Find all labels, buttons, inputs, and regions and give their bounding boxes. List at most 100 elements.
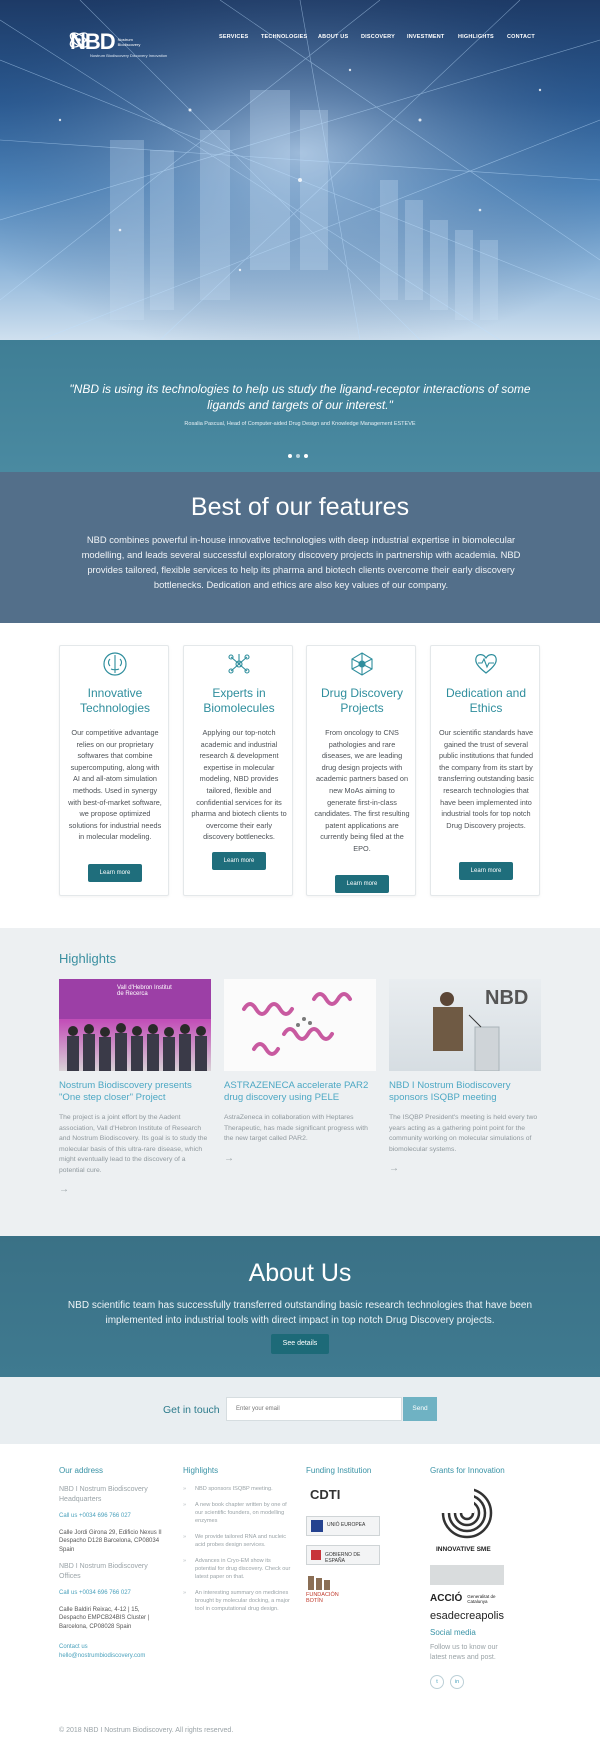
- footer-grants-column: Grants for Innovation INNOVATIVE SME ACC…: [430, 1466, 540, 1689]
- feature-text: Our competitive advantage relies on our …: [68, 728, 162, 842]
- read-more-arrow-icon[interactable]: →: [59, 1184, 211, 1195]
- contact-label: Contact us: [59, 1644, 88, 1650]
- footer: Our address NBD I Nostrum Biodiscovery H…: [0, 1444, 600, 1761]
- testimonial-section: "NBD is using its technologies to help u…: [0, 340, 600, 472]
- photo-caption: Vall d'Hebron Institut de Recerca: [117, 985, 172, 997]
- nav-discovery[interactable]: DISCOVERY: [361, 34, 395, 40]
- office-address: Calle Baldiri Reixac, 4-12 | 15, Despach…: [59, 1606, 150, 1630]
- highlights-title: Highlights: [59, 951, 117, 966]
- grant-banner-logo[interactable]: [430, 1565, 504, 1585]
- eu-fund-logo[interactable]: UNIÓ EUROPEA: [306, 1516, 380, 1536]
- see-details-button[interactable]: See details: [271, 1334, 329, 1354]
- main-nav: SERVICES TECHNOLOGIES ABOUT US DISCOVERY…: [0, 34, 600, 44]
- brain-icon: [103, 652, 127, 676]
- nav-highlights[interactable]: HIGHLIGHTS: [458, 34, 494, 40]
- feature-text: Applying our top-notch academic and indu…: [191, 728, 287, 842]
- highlight-text: The ISQBP President's meeting is held ev…: [389, 1114, 538, 1153]
- features-title: Best of our features: [190, 493, 410, 521]
- footer-highlight-link[interactable]: Advances in Cryo-EM show its potential f…: [183, 1557, 293, 1581]
- highlight-article[interactable]: NBD NBD I Nostrum Biodiscovery sponsors …: [389, 979, 541, 1174]
- logo-tagline: Nostrum Biodiscovery Discovery Innovatio…: [90, 53, 168, 58]
- highlight-photo-protein[interactable]: [224, 979, 376, 1071]
- get-in-touch-label: Get in touch: [163, 1404, 220, 1416]
- photo-caption: NBD: [485, 987, 529, 1009]
- footer-highlights-column: Highlights NBD sponsors ISQBP meeting. A…: [183, 1466, 293, 1621]
- highlight-article[interactable]: Vall d'Hebron Institut de Recerca Nostru…: [59, 979, 211, 1195]
- footer-highlight-link[interactable]: A new book chapter written by one of our…: [183, 1501, 293, 1525]
- about-title: About Us: [248, 1259, 352, 1287]
- footer-address-title: Our address: [59, 1466, 104, 1475]
- nav-investment[interactable]: INVESTMENT: [407, 34, 444, 40]
- carousel-dot-1[interactable]: [288, 454, 292, 458]
- carousel-dot-3[interactable]: [304, 454, 308, 458]
- carousel-dot-2[interactable]: [296, 454, 300, 458]
- features-intro: Best of our features NBD combines powerf…: [0, 472, 600, 623]
- send-button[interactable]: Send: [403, 1397, 437, 1421]
- innovative-sme-logo[interactable]: INNOVATIVE SME: [430, 1485, 504, 1559]
- hero-banner: NBD Nostrum Biodiscovery Nostrum Biodisc…: [0, 0, 600, 340]
- spain-government-logo[interactable]: GOBIERNO DE ESPAÑA: [306, 1545, 380, 1565]
- fundacion-botin-logo[interactable]: FUNDACIÓN BOTÍN: [306, 1574, 346, 1608]
- feature-text: From oncology to CNS pathologies and rar…: [314, 728, 410, 853]
- feature-text: Our scientific standards have gained the…: [438, 728, 534, 830]
- read-more-arrow-icon[interactable]: →: [224, 1153, 376, 1164]
- sme-seal-icon: [440, 1485, 493, 1539]
- highlight-title[interactable]: NBD I Nostrum Biodiscovery sponsors ISQB…: [389, 1080, 541, 1104]
- heart-pulse-icon: [475, 654, 497, 674]
- newsletter-section: Get in touch Enter your email Send: [0, 1377, 600, 1444]
- protein-structure-image: [242, 992, 352, 1056]
- footer-funding-column: Funding Institution CDTI UNIÓ EUROPEA GO…: [306, 1466, 406, 1608]
- features-intro-text: NBD combines powerful in-house innovativ…: [81, 534, 521, 590]
- linkedin-icon[interactable]: in: [450, 1675, 464, 1689]
- read-more-arrow-icon[interactable]: →: [389, 1163, 541, 1174]
- hq-phone-link[interactable]: Call us +0034 696 766 027: [59, 1512, 164, 1521]
- feature-title: Drug Discovery Projects: [320, 686, 404, 715]
- footer-address-column: Our address NBD I Nostrum Biodiscovery H…: [59, 1466, 164, 1660]
- twitter-icon[interactable]: t: [430, 1675, 444, 1689]
- social-links: t in: [430, 1670, 540, 1689]
- feature-title: Experts in Biomolecules: [203, 686, 275, 715]
- feature-title: Dedication and Ethics: [445, 686, 527, 715]
- learn-more-button[interactable]: Learn more: [459, 862, 513, 880]
- botin-emblem-icon: [308, 1576, 330, 1590]
- highlights-section: Highlights Vall d'Hebron Institut de Rec…: [0, 928, 600, 1236]
- highlight-photo-group[interactable]: Vall d'Hebron Institut de Recerca: [59, 979, 211, 1071]
- molecule-icon: [228, 654, 250, 674]
- feature-card-innovative: Innovative Technologies Our competitive …: [59, 645, 169, 896]
- footer-highlight-link[interactable]: NBD sponsors ISQBP meeting.: [183, 1485, 293, 1493]
- carousel-dots: [288, 454, 308, 458]
- highlight-title[interactable]: ASTRAZENECA accelerate PAR2 drug discove…: [224, 1080, 376, 1104]
- footer-highlight-link[interactable]: We provide tailored RNA and nucleic acid…: [183, 1533, 293, 1549]
- nav-services[interactable]: SERVICES: [219, 34, 248, 40]
- testimonial-author: Rosalia Pascual, Head of Computer-aided …: [184, 421, 416, 427]
- social-media-text: Follow us to know our latest news and po…: [430, 1644, 498, 1661]
- nav-about-us[interactable]: ABOUT US: [318, 34, 348, 40]
- highlight-text: The project is a joint effort by the Aad…: [59, 1114, 208, 1174]
- footer-funding-title: Funding Institution: [306, 1466, 372, 1475]
- office-name: NBD I Nostrum Biodiscovery Offices: [59, 1563, 148, 1580]
- accio-logo[interactable]: ACCIÓ Generalitat de Catalunya: [430, 1593, 540, 1604]
- email-link[interactable]: hello@nostrumbiodiscovery.com: [59, 1652, 164, 1661]
- hq-address: Calle Jordi Girona 29, Edificio Nexus II…: [59, 1529, 162, 1553]
- highlight-photo-speaker[interactable]: NBD: [389, 979, 541, 1071]
- highlight-title[interactable]: Nostrum Biodiscovery presents "One step …: [59, 1080, 211, 1104]
- nav-contact[interactable]: CONTACT: [507, 34, 535, 40]
- email-input[interactable]: Enter your email: [226, 1397, 402, 1421]
- highlight-text: AstraZeneca in collaboration with Heptar…: [224, 1114, 368, 1142]
- office-phone-link[interactable]: Call us +0034 696 766 027: [59, 1589, 164, 1598]
- esade-creapolis-logo[interactable]: esadecreapolis: [430, 1610, 540, 1622]
- hq-name: NBD I Nostrum Biodiscovery Headquarters: [59, 1486, 148, 1503]
- testimonial-quote: "NBD is using its technologies to help u…: [69, 382, 531, 412]
- footer-grants-title: Grants for Innovation: [430, 1466, 505, 1475]
- footer-highlight-link[interactable]: An interesting summary on medicines brou…: [183, 1589, 293, 1613]
- nav-technologies[interactable]: TECHNOLOGIES: [261, 34, 307, 40]
- learn-more-button[interactable]: Learn more: [88, 864, 142, 882]
- learn-more-button[interactable]: Learn more: [212, 852, 266, 870]
- footer-highlights-title: Highlights: [183, 1466, 219, 1475]
- cdti-logo[interactable]: CDTI: [306, 1485, 380, 1507]
- copyright-text: © 2018 NBD I Nostrum Biodiscovery. All r…: [59, 1727, 234, 1734]
- feature-card-experts: Experts in Biomolecules Applying our top…: [183, 645, 293, 896]
- learn-more-button[interactable]: Learn more: [335, 875, 389, 893]
- feature-card-drug-discovery: Drug Discovery Projects From oncology to…: [306, 645, 416, 896]
- highlight-article[interactable]: ASTRAZENECA accelerate PAR2 drug discove…: [224, 979, 376, 1164]
